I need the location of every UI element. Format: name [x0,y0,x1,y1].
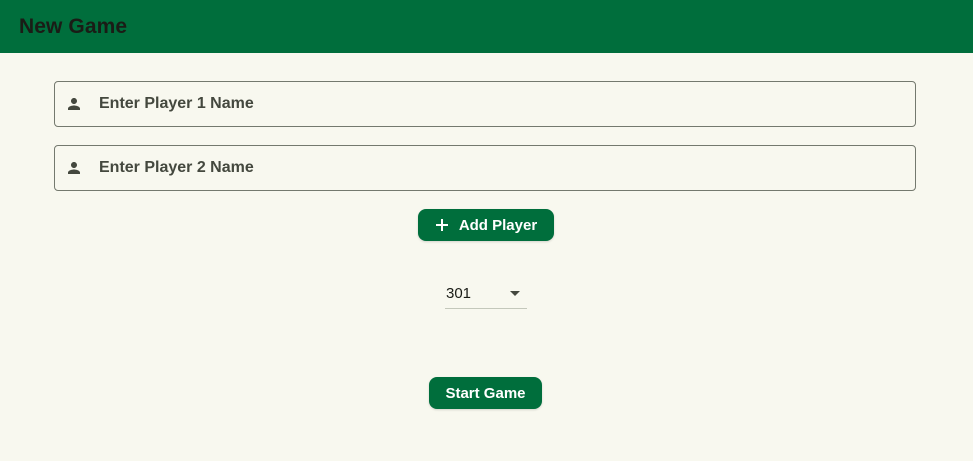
player-1-name-field[interactable] [54,81,916,127]
game-mode-value: 301 [446,285,472,302]
player-2-name-input[interactable] [99,146,915,190]
page-title: New Game [19,14,128,38]
person-icon [64,158,84,178]
app-bar: New Game [0,0,973,53]
player-1-name-input[interactable] [99,82,915,126]
player-2-name-field[interactable] [54,145,916,191]
add-player-label: Add Player [458,216,538,234]
dropdown-arrow-icon [510,290,520,297]
start-game-button[interactable]: Start Game [429,377,542,409]
game-mode-select[interactable]: 301 [445,279,527,309]
person-icon [64,94,84,114]
plus-icon [435,218,449,232]
add-player-button[interactable]: Add Player [418,209,554,241]
